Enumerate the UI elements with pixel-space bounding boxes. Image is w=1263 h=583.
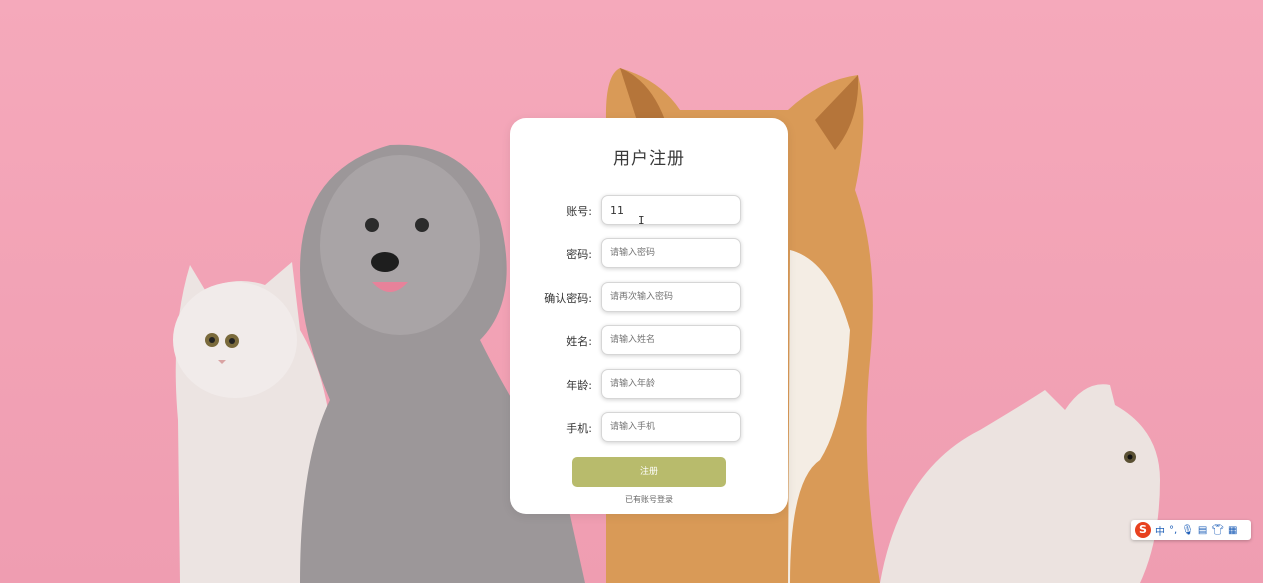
age-label: 年龄:: [566, 379, 592, 392]
name-input[interactable]: [601, 325, 741, 355]
password-input[interactable]: [601, 238, 741, 268]
punctuation-icon[interactable]: °,: [1169, 525, 1177, 536]
account-input[interactable]: [601, 195, 741, 225]
sogou-logo-icon[interactable]: S: [1135, 522, 1151, 538]
register-button[interactable]: 注册: [572, 457, 726, 487]
toolbox-icon[interactable]: ▦: [1228, 525, 1237, 536]
phone-input[interactable]: [601, 412, 741, 442]
confirm-password-label: 确认密码:: [544, 292, 592, 305]
ime-toolbar[interactable]: S 中 °, 🎙︎ ▤ 👕︎ ▦: [1131, 520, 1251, 540]
account-row: 账号:: [510, 195, 788, 227]
confirm-password-input[interactable]: [601, 282, 741, 312]
text-cursor-icon: I: [638, 214, 645, 227]
password-row: 密码:: [510, 238, 788, 270]
microphone-icon[interactable]: 🎙︎: [1181, 525, 1194, 536]
name-row: 姓名:: [510, 325, 788, 357]
name-label: 姓名:: [566, 335, 592, 348]
skin-icon[interactable]: 👕︎: [1211, 525, 1224, 536]
ime-mode-toggle[interactable]: 中: [1155, 523, 1165, 538]
age-row: 年龄:: [510, 369, 788, 401]
account-label: 账号:: [566, 205, 592, 218]
password-label: 密码:: [566, 248, 592, 261]
login-link[interactable]: 已有账号登录: [510, 494, 788, 505]
confirm-password-row: 确认密码:: [510, 282, 788, 314]
register-card: 用户注册 账号: I 密码: 确认密码: 姓名: 年龄: 手机: 注册 已有账号…: [510, 118, 788, 514]
page-title: 用户注册: [613, 149, 685, 169]
phone-row: 手机:: [510, 412, 788, 444]
keyboard-icon[interactable]: ▤: [1198, 525, 1207, 536]
phone-label: 手机:: [566, 422, 592, 435]
age-input[interactable]: [601, 369, 741, 399]
cat-right: [880, 384, 1160, 583]
